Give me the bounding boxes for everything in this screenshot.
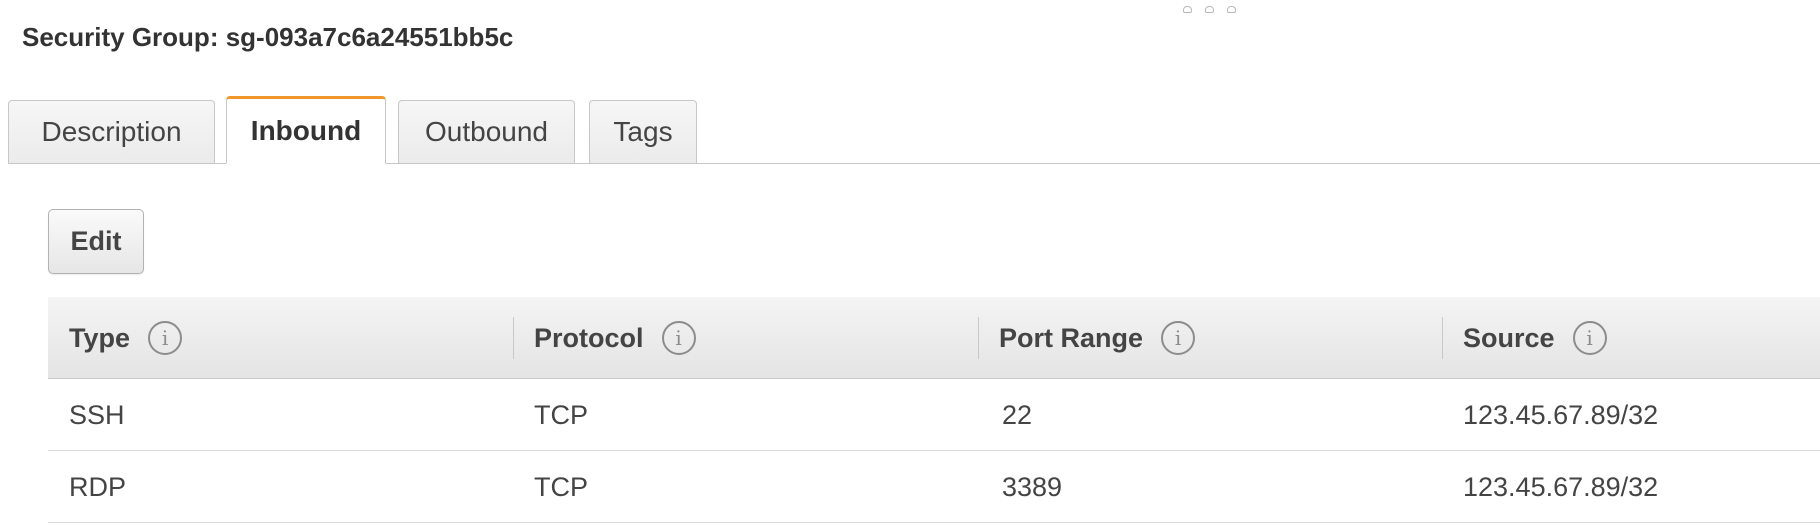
inbound-rules-table: Type i Protocol i Port Range i Source i … <box>48 297 1820 523</box>
column-header-label: Type <box>69 322 131 353</box>
cell-source: 123.45.67.89/32 <box>1463 471 1659 502</box>
tab-bar: Description Inbound Outbound Tags <box>8 96 1820 164</box>
security-group-panel: Security Group: sg-093a7c6a24551bb5c Des… <box>0 0 1820 528</box>
info-icon[interactable]: i <box>148 321 183 355</box>
tab-tags[interactable]: Tags <box>589 100 697 164</box>
drag-handle-dot <box>1183 6 1192 13</box>
drag-handle-icon[interactable] <box>1183 6 1236 13</box>
cell-port-range: 3389 <box>1002 471 1063 502</box>
info-icon[interactable]: i <box>1161 321 1196 355</box>
tab-description[interactable]: Description <box>8 100 215 164</box>
column-header-label: Protocol <box>534 322 644 353</box>
cell-protocol: TCP <box>534 471 588 502</box>
column-divider[interactable] <box>1442 317 1443 359</box>
cell-type: RDP <box>69 471 127 502</box>
table-header: Type i Protocol i Port Range i Source i <box>48 297 1820 379</box>
drag-handle-dot <box>1205 6 1214 13</box>
cell-protocol: TCP <box>534 399 588 430</box>
tab-outbound[interactable]: Outbound <box>398 100 575 164</box>
column-header-source[interactable]: Source i <box>1463 297 1607 379</box>
tab-inbound[interactable]: Inbound <box>226 96 386 164</box>
cell-type: SSH <box>69 399 125 430</box>
drag-handle-dot <box>1227 6 1236 13</box>
table-row[interactable]: SSH TCP 22 123.45.67.89/32 <box>48 379 1820 451</box>
info-icon[interactable]: i <box>661 321 696 355</box>
column-header-label: Source <box>1463 322 1555 353</box>
page-title: Security Group: sg-093a7c6a24551bb5c <box>22 22 514 52</box>
column-header-label: Port Range <box>999 322 1144 353</box>
column-header-protocol[interactable]: Protocol i <box>534 297 696 379</box>
column-divider[interactable] <box>978 317 979 359</box>
column-divider[interactable] <box>513 317 514 359</box>
table-row[interactable]: RDP TCP 3389 123.45.67.89/32 <box>48 451 1820 523</box>
column-header-type[interactable]: Type i <box>69 297 183 379</box>
info-icon[interactable]: i <box>1572 321 1607 355</box>
column-header-port-range[interactable]: Port Range i <box>999 297 1196 379</box>
cell-source: 123.45.67.89/32 <box>1463 399 1659 430</box>
cell-port-range: 22 <box>1002 399 1033 430</box>
edit-button[interactable]: Edit <box>48 209 144 274</box>
